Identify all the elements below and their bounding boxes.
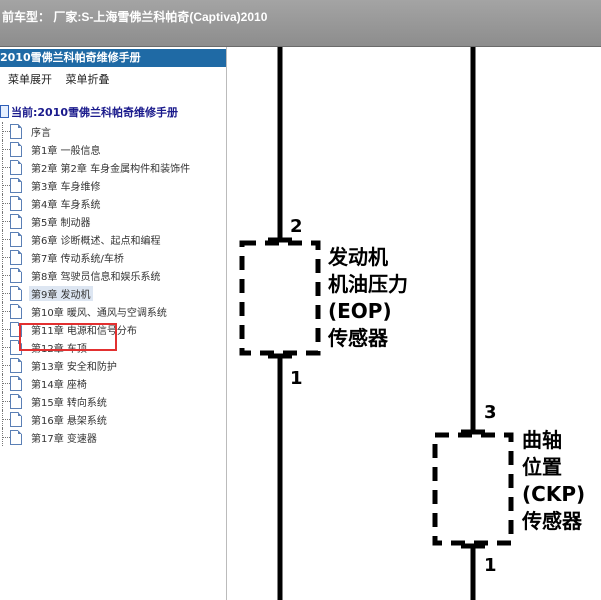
document-icon [10,142,22,157]
eop-sensor-box [239,240,321,356]
manual-sidebar: 2010雪佛兰科帕奇维修手册 菜单展开 菜单折叠 当前:2010雪佛兰科帕奇维修… [0,47,227,600]
tree-item[interactable]: 第10章 暖风、通风与空调系统 [0,302,226,320]
menu-tools: 菜单展开 菜单折叠 [8,71,120,87]
tree-item[interactable]: 第17章 变速器 [0,428,226,446]
expand-menu-button[interactable]: 菜单展开 [8,73,52,86]
ckp-label-line-4: 传感器 [521,509,583,533]
document-icon [10,304,22,319]
document-icon [10,394,22,409]
document-icon [10,268,22,283]
tree-item[interactable]: 第15章 转向系统 [0,392,226,410]
current-book-text: 当前:2010雪佛兰科帕奇维修手册 [11,106,179,119]
tree-item[interactable]: 第1章 一般信息 [0,140,226,158]
document-icon [10,358,22,373]
document-icon [10,286,22,301]
current-book-label: 当前:2010雪佛兰科帕奇维修手册 [0,104,178,120]
ckp-sensor-box [432,432,514,546]
tree-item[interactable]: 第2章 第2章 车身金属构件和装饰件 [0,158,226,176]
collapse-menu-button[interactable]: 菜单折叠 [66,73,110,86]
tree-item[interactable]: 第6章 诊断概述、起点和编程 [0,230,226,248]
book-icon [0,105,9,118]
ckp-pin-bottom-label: 1 [484,555,497,576]
document-icon [10,250,22,265]
tree-item[interactable]: 第14章 座椅 [0,374,226,392]
tree-item[interactable]: 第7章 传动系统/车桥 [0,248,226,266]
document-icon [10,430,22,445]
eop-pin-bottom-label: 1 [290,368,303,389]
chapter-tree: 序言 第1章 一般信息 第2章 第2章 车身金属构件和装饰件 第3章 车身维修 … [0,122,226,446]
tree-item[interactable]: 第5章 制动器 [0,212,226,230]
eop-label-line-1: 发动机 [327,245,388,269]
tree-item[interactable]: 第4章 车身系统 [0,194,226,212]
document-icon [10,232,22,247]
tree-item[interactable]: 序言 [0,122,226,140]
document-icon [10,196,22,211]
document-icon [10,376,22,391]
document-icon [10,412,22,427]
tree-item[interactable]: 第16章 悬架系统 [0,410,226,428]
document-icon [10,124,22,139]
manual-header: 2010雪佛兰科帕奇维修手册 [0,49,226,67]
document-icon [10,160,22,175]
eop-label-line-4: 传感器 [327,326,389,350]
eop-pin-top-label: 2 [290,216,303,237]
ckp-label-line-1: 曲轴 [522,428,562,452]
wiring-diagram: 2 1 发动机 机油压力 (EOP) 传感器 3 1 曲轴 位置 (CKP) 传… [239,47,585,600]
vehicle-model-title: 前车型： 厂家:S-上海雪佛兰科帕奇(Captiva)2010 [2,10,268,24]
ckp-pin-top-label: 3 [484,402,497,423]
tree-item[interactable]: 第8章 驾驶员信息和娱乐系统 [0,266,226,284]
ckp-label-line-3: (CKP) [522,482,585,506]
eop-label-line-2: 机油压力 [328,272,408,296]
ckp-label-line-2: 位置 [522,455,562,479]
document-icon [10,214,22,229]
selection-highlight-box [19,323,117,351]
document-icon [10,178,22,193]
tree-item[interactable]: 第13章 安全和防护 [0,356,226,374]
eop-label-line-3: (EOP) [328,299,392,323]
tree-item-selected[interactable]: 第9章 发动机 [0,284,226,302]
tree-item[interactable]: 第3章 车身维修 [0,176,226,194]
title-bar: 前车型： 厂家:S-上海雪佛兰科帕奇(Captiva)2010 [0,0,601,47]
